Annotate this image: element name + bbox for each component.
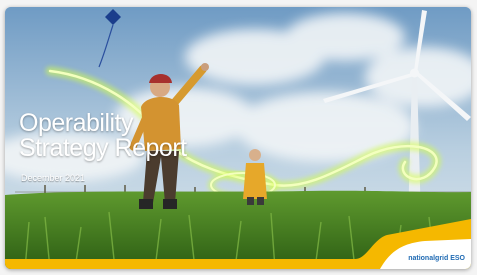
report-title-line2: Strategy Report — [19, 134, 187, 162]
brand-logo: nationalgrid ESO — [408, 255, 465, 262]
report-cover-card[interactable]: Operability Strategy Report December 202… — [5, 7, 471, 269]
report-date: December 2021 — [21, 173, 86, 183]
report-title-line1: Operability — [19, 109, 133, 137]
report-title: Operability Strategy Report — [19, 111, 187, 161]
